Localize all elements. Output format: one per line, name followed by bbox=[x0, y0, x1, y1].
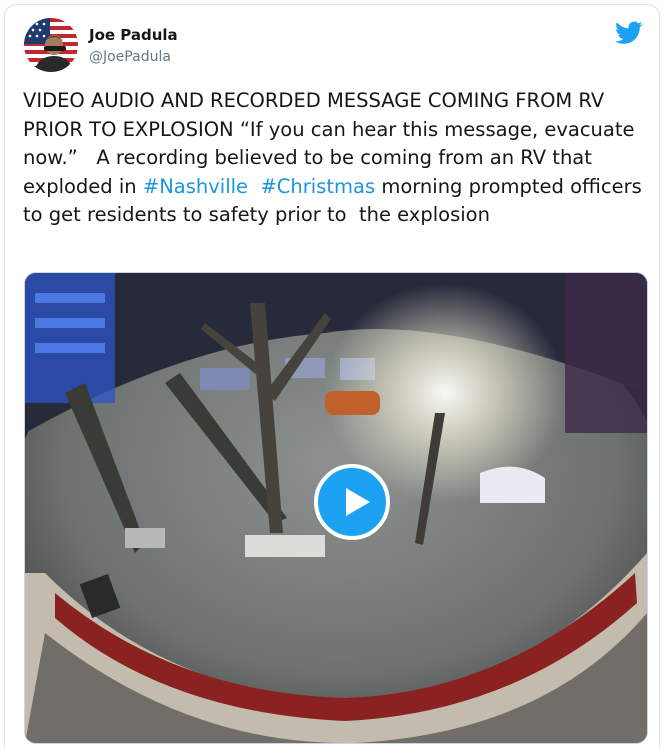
tweet-text-part bbox=[248, 175, 260, 198]
twitter-bird-icon[interactable] bbox=[615, 21, 643, 45]
video-player[interactable] bbox=[24, 272, 648, 744]
tweet-text: VIDEO AUDIO AND RECORDED MESSAGE COMING … bbox=[23, 87, 649, 230]
author-handle[interactable]: @JoePadula bbox=[89, 49, 171, 65]
avatar[interactable] bbox=[24, 18, 78, 72]
hashtag-christmas[interactable]: #Christmas bbox=[260, 175, 375, 198]
author-name[interactable]: Joe Padula bbox=[89, 26, 178, 44]
tweet-card: Joe Padula @JoePadula VIDEO AUDIO AND RE… bbox=[4, 4, 660, 748]
hashtag-nashville[interactable]: #Nashville bbox=[143, 175, 248, 198]
play-icon[interactable] bbox=[314, 464, 390, 540]
